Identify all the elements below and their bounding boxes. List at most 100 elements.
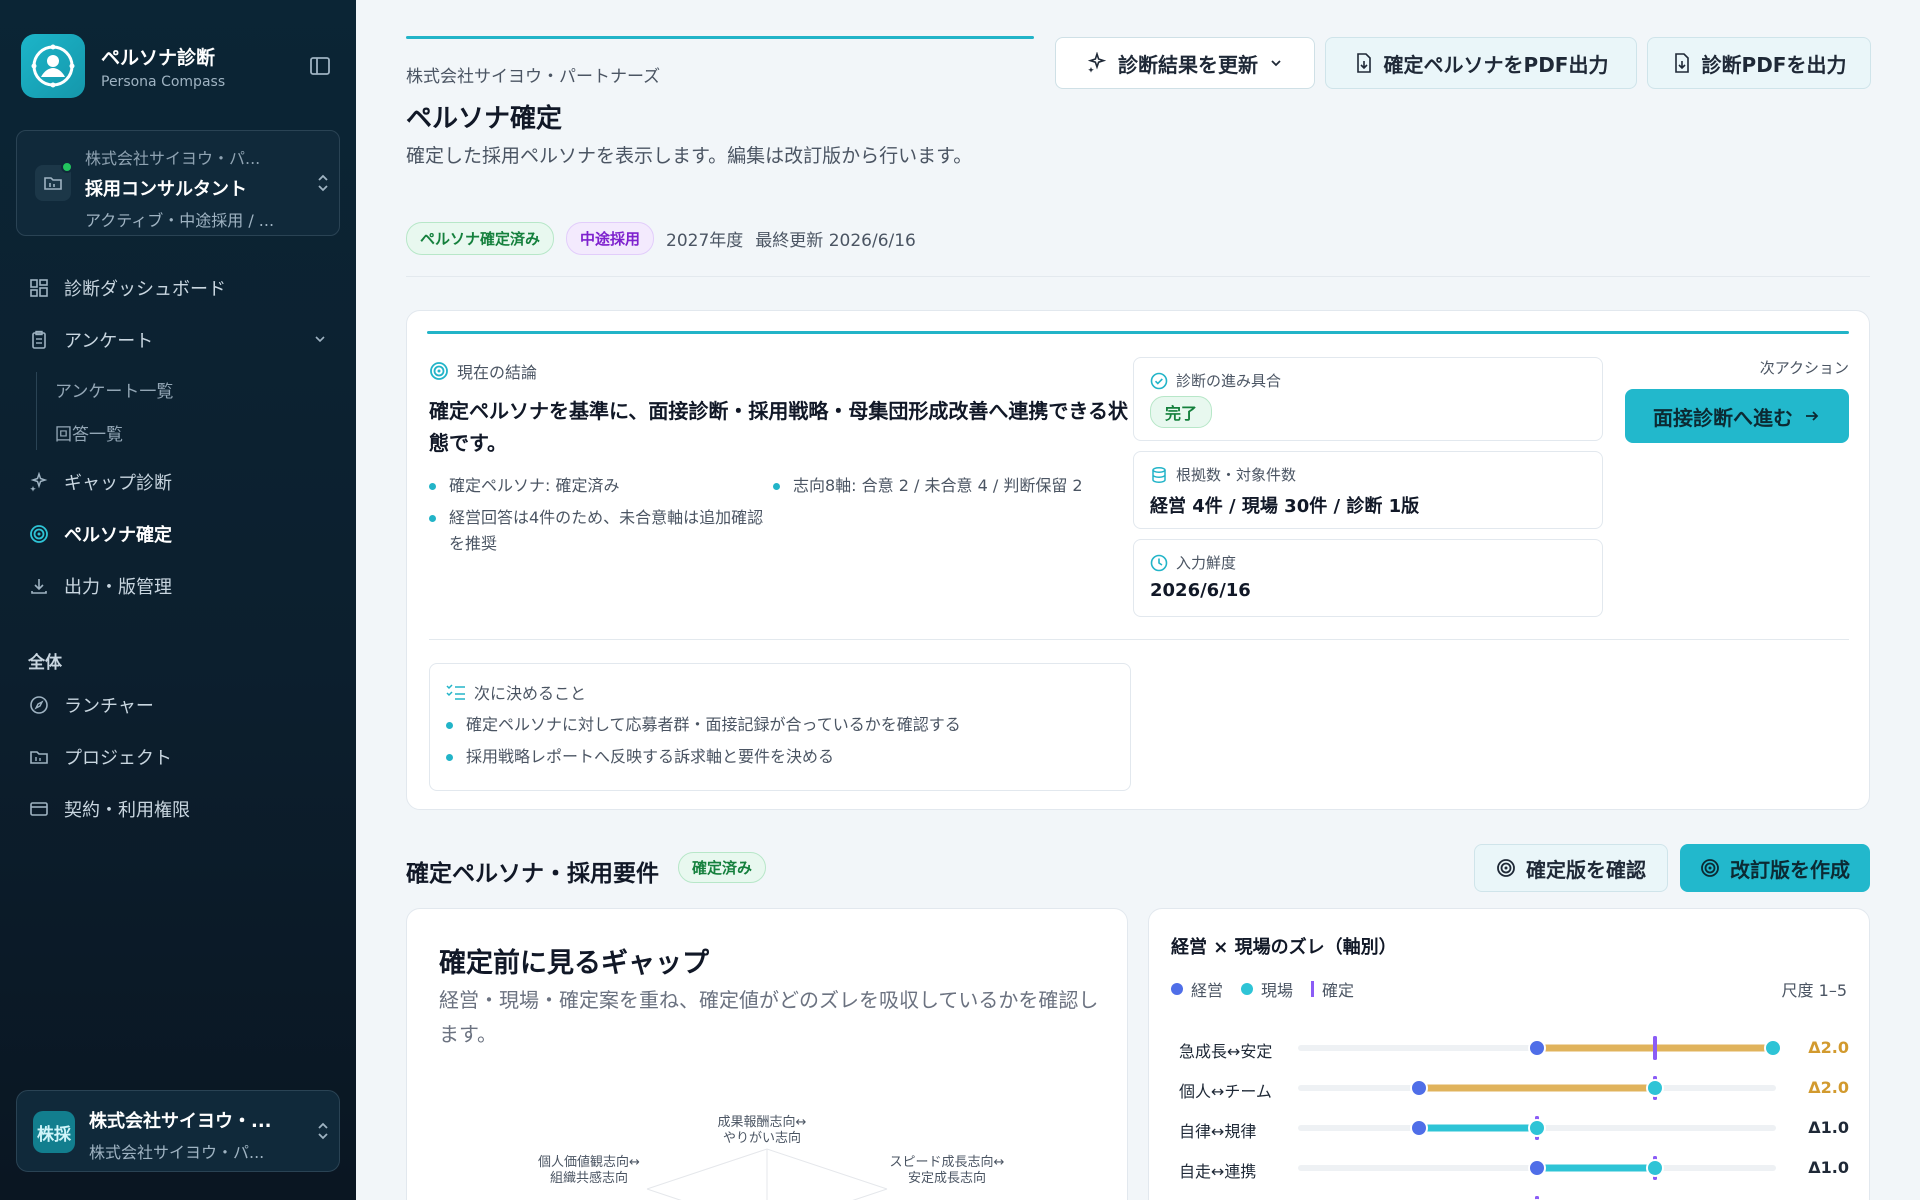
go-interview-label: 面接診断へ進む (1653, 405, 1793, 430)
brand[interactable]: ペルソナ診断 Persona Compass (21, 34, 225, 98)
next-decisions-box: 次に決めること 確定ペルソナに対して応募者群・面接記録が合っているかを確認する … (429, 663, 1131, 791)
target-icon (1497, 859, 1515, 877)
axis-track-chart (1298, 1076, 1776, 1100)
view-confirmed-button[interactable]: 確定版を確認 (1474, 844, 1668, 892)
go-interview-button[interactable]: 面接診断へ進む (1625, 389, 1849, 443)
target-icon (1701, 859, 1719, 877)
list-item: 確定ペルソナ: 確定済み (429, 473, 769, 499)
clock-icon (1150, 554, 1168, 571)
axis-delta: Δ2.0 (1808, 1078, 1849, 1097)
axis-delta: Δ2.0 (1808, 1038, 1849, 1057)
axis-row: 個人↔チーム Δ2.0 (1149, 1073, 1871, 1103)
sidebar-item-label: アンケート (64, 331, 154, 352)
sidebar-item-gap[interactable]: ギャップ診断 (28, 467, 172, 497)
axis-gap-card: 経営 × 現場のズレ（軸別） 経営 現場 確定 尺度 1–5 急成長↔安定 Δ2.… (1148, 908, 1870, 1200)
chevron-down-icon (1271, 60, 1281, 67)
sparkle-icon (1087, 52, 1107, 73)
freshness-label: 入力鮮度 (1176, 554, 1237, 572)
export-persona-pdf-button[interactable]: 確定ペルソナをPDF出力 (1325, 37, 1637, 89)
gap-radar-card: 確定前に見るギャップ 経営・現場・確定案を重ね、確定値がどのズレを吸収しているか… (406, 908, 1128, 1200)
radar-label: やりがい志向 (723, 1130, 801, 1146)
clipboard-icon (28, 329, 50, 351)
progress-metric: 診断の進み具合 完了 (1133, 357, 1603, 441)
freshness-metric: 入力鮮度 2026/6/16 (1133, 539, 1603, 617)
avatar: 株採 (33, 1111, 75, 1153)
grid-icon (28, 277, 50, 299)
user-org: 株式会社サイヨウ・パ... (89, 1143, 265, 1162)
axis-row: 自走↔連携 Δ1.0 (1149, 1153, 1871, 1183)
next-decisions-label: 次に決めること (474, 684, 587, 703)
fiscal-year: 2027年度 (666, 231, 744, 251)
sidebar-item-output[interactable]: 出力・版管理 (28, 571, 172, 601)
create-revision-label: 改訂版を作成 (1730, 857, 1850, 882)
sidebar-item-dashboard[interactable]: 診断ダッシュボード (28, 273, 226, 303)
sidebar: ペルソナ診断 Persona Compass 株式会社サイヨウ・パ... 採用コ… (0, 0, 356, 1200)
sidebar-item-launcher[interactable]: ランチャー (28, 690, 154, 720)
project-company: 株式会社サイヨウ・パ... (85, 149, 261, 168)
axis-delta: Δ1.0 (1808, 1118, 1849, 1137)
sidebar-item-project[interactable]: プロジェクト (28, 742, 172, 772)
axis-card-title: 経営 × 現場のズレ（軸別） (1171, 937, 1397, 958)
type-badge: 中途採用 (566, 222, 655, 255)
project-meta: アクティブ・中途採用 / ... (85, 211, 275, 230)
gap-card-title: 確定前に見るギャップ (439, 948, 709, 979)
list-item: 志向8軸: 合意 2 / 未合意 4 / 判断保留 2 (773, 473, 1113, 499)
active-status-dot (61, 161, 73, 173)
exec-point (1528, 1159, 1546, 1177)
gap-card-description: 経営・現場・確定案を重ね、確定値がどのズレを吸収しているかを確認します。 (439, 988, 1099, 1046)
legend-final-label: 確定 (1322, 981, 1355, 1000)
folder-icon (28, 746, 50, 768)
target-icon (430, 362, 448, 380)
conclusion-label: 現在の結論 (457, 363, 538, 382)
sidebar-toggle-icon[interactable] (308, 54, 332, 78)
header-accent-bar (406, 36, 1034, 39)
sidebar-item-survey[interactable]: アンケート (28, 325, 328, 355)
sidebar-item-label: 契約・利用権限 (64, 800, 190, 821)
next-decisions-list: 確定ペルソナに対して応募者群・面接記録が合っているかを確認する 採用戦略レポート… (446, 712, 961, 776)
sidebar-item-label: プロジェクト (64, 748, 172, 769)
user-switcher[interactable]: 株採 株式会社サイヨウ・... 株式会社サイヨウ・パ... (16, 1090, 340, 1172)
progress-badge: 完了 (1150, 396, 1213, 428)
header-badges: ペルソナ確定済み 中途採用 2027年度 最終更新 2026/6/16 (406, 222, 916, 255)
project-role: 採用コンサルタント (85, 179, 247, 200)
radar-axis (852, 1188, 888, 1200)
sidebar-subitem-survey-list[interactable]: アンケート一覧 (55, 377, 173, 402)
user-name: 株式会社サイヨウ・... (89, 1111, 272, 1132)
list-item: 確定ペルソナに対して応募者群・面接記録が合っているかを確認する (446, 712, 961, 738)
sidebar-subitem-answer-list[interactable]: 回答一覧 (55, 420, 123, 445)
header-company: 株式会社サイヨウ・パートナーズ (406, 67, 661, 87)
export-diagnosis-pdf-button[interactable]: 診断PDFを出力 (1647, 37, 1871, 89)
radar-label: 個人価値観志向↔ (538, 1154, 640, 1170)
legend-bar (1311, 981, 1315, 997)
section-status-badge: 確定済み (678, 852, 767, 883)
create-revision-button[interactable]: 改訂版を作成 (1680, 844, 1870, 892)
last-updated: 最終更新 2026/6/16 (755, 231, 916, 251)
axis-track-chart (1298, 1036, 1782, 1060)
legend-exec-label: 経営 (1191, 981, 1224, 1000)
sidebar-item-contract[interactable]: 契約・利用権限 (28, 794, 190, 824)
conclusion-bullets-left: 確定ペルソナ: 確定済み 経営回答は4件のため、未合意軸は追加確認を推奨 (429, 473, 769, 563)
count-value: 経営 4件 / 現場 30件 / 診断 1版 (1150, 496, 1420, 517)
axis-row: 自律↔規律 Δ1.0 (1149, 1113, 1871, 1143)
axis-legend: 経営 現場 確定 (1171, 977, 1354, 1001)
export-diagnosis-pdf-label: 診断PDFを出力 (1701, 52, 1847, 77)
progress-label: 診断の進み具合 (1176, 372, 1282, 390)
exec-point (1410, 1119, 1428, 1137)
status-badge: ペルソナ確定済み (406, 222, 555, 255)
field-point (1646, 1079, 1664, 1097)
update-diagnosis-button[interactable]: 診断結果を更新 (1055, 37, 1315, 89)
project-switcher[interactable]: 株式会社サイヨウ・パ... 採用コンサルタント アクティブ・中途採用 / ... (16, 130, 340, 236)
axis-track-chart (1298, 1116, 1776, 1140)
next-action-label: 次アクション (1759, 359, 1849, 377)
axis-track-chart (1298, 1156, 1776, 1180)
sidebar-item-persona[interactable]: ペルソナ確定 (28, 519, 172, 549)
legend-field: 現場 (1241, 977, 1293, 1001)
update-diagnosis-label: 診断結果を更新 (1118, 52, 1258, 77)
radar-chart: 成果報酬志向↔ やりがい志向 個人価値観志向↔ 組織共感志向 スピード成長志向↔… (538, 1114, 1005, 1200)
list-item: 採用戦略レポートへ反映する訴求軸と要件を決める (446, 744, 961, 770)
summary-accent-bar (427, 331, 1849, 334)
page-title: ペルソナ確定 (406, 104, 563, 134)
axis-row: 急成長↔安定 Δ2.0 (1149, 1033, 1871, 1063)
exec-point (1410, 1079, 1428, 1097)
final-marker (1653, 1036, 1657, 1060)
